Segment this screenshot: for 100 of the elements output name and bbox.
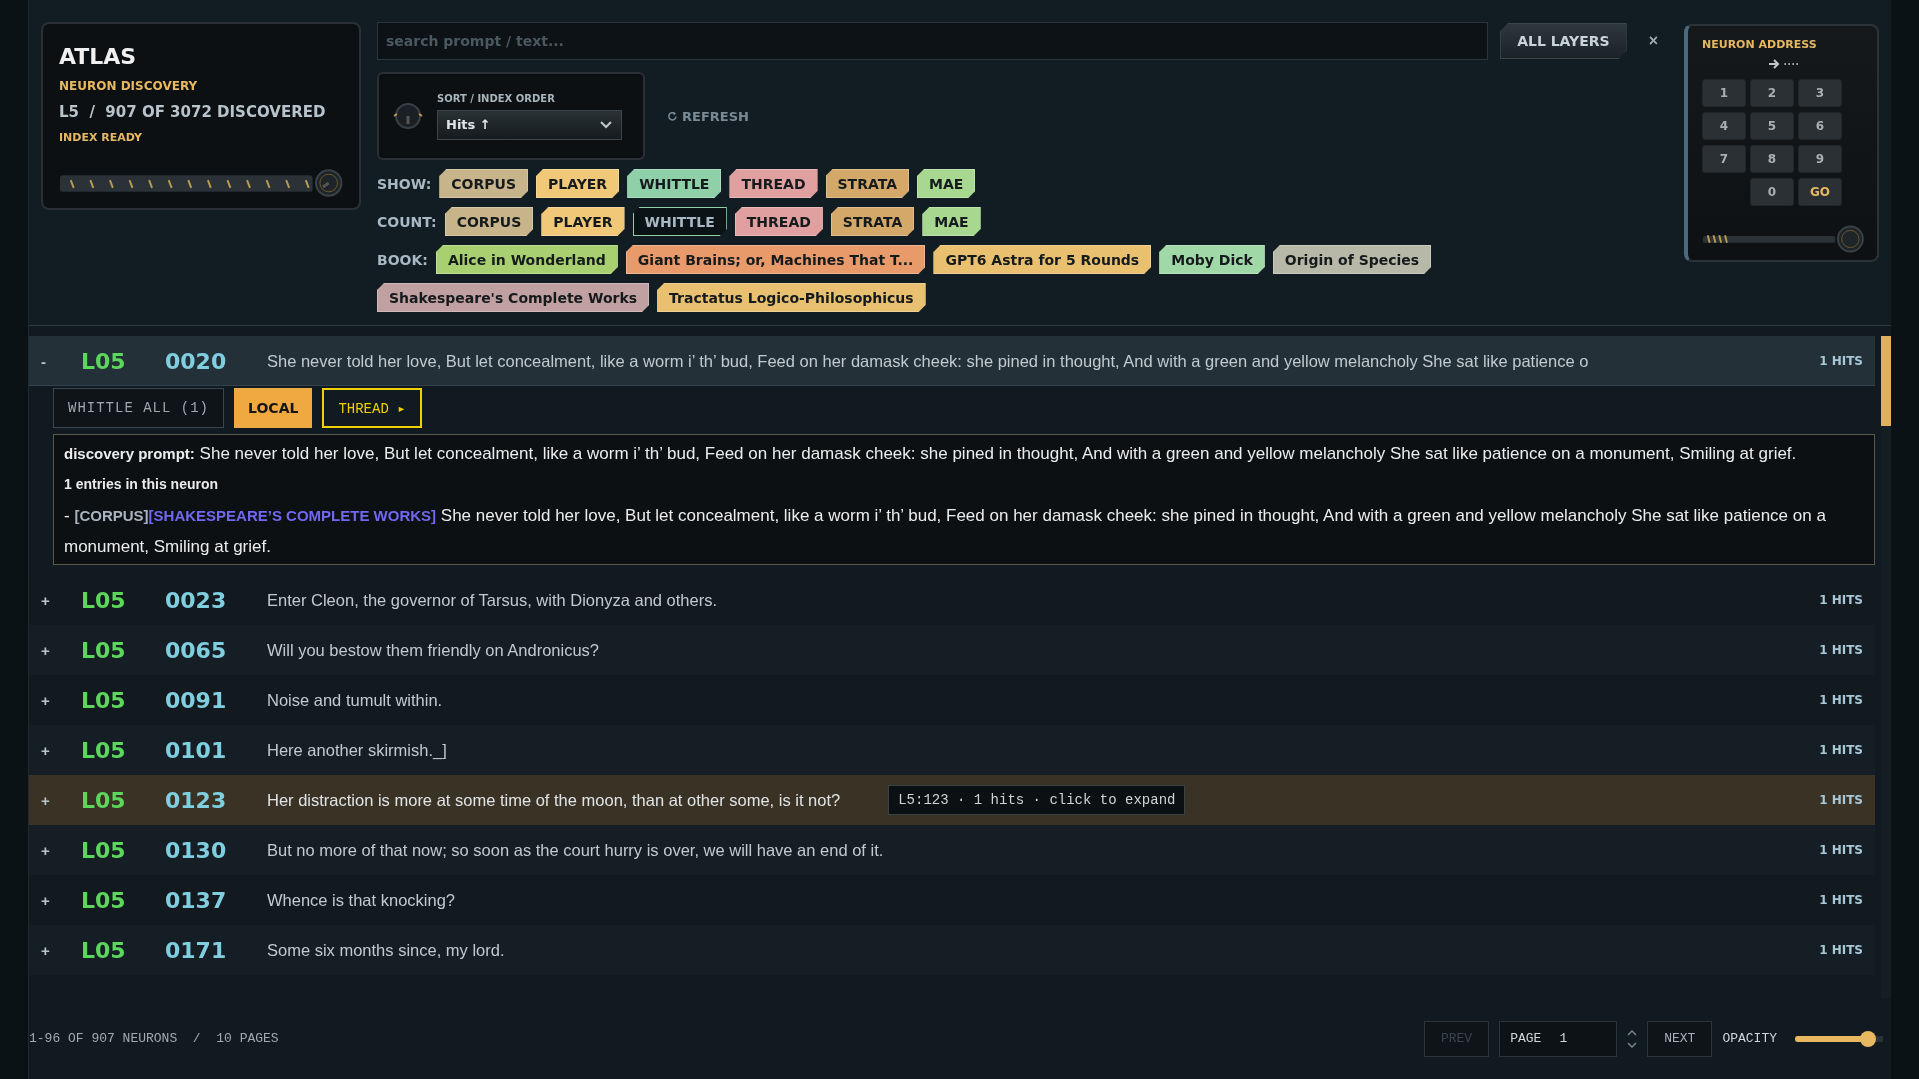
entry-count: 1 entries in this neuron	[64, 475, 220, 494]
filter-chip[interactable]: Giant Brains; or, Machines That T...	[625, 245, 926, 274]
neuron-row[interactable]: + L05 0123 Her distraction is more at some time of the moon, than at other some, is it not? L5:123 · 1 hits · click to expand 1 HITS	[29, 775, 1875, 825]
filter-chip[interactable]: CORPUS	[439, 169, 528, 198]
filter-label: SHOW:	[377, 175, 432, 192]
keypad-key[interactable]: 9	[1798, 145, 1842, 173]
neuron-text: Some six months since, my lord.	[267, 940, 505, 960]
layer-label: L05	[81, 837, 127, 863]
layer-label: L05	[81, 737, 127, 763]
filter-chip[interactable]: CORPUS	[444, 207, 534, 236]
neuron-index: 0091	[165, 687, 228, 713]
action-button[interactable]: LOCAL	[234, 388, 313, 428]
keypad-key[interactable]: 3	[1798, 79, 1842, 107]
keypad-key[interactable]: 6	[1798, 112, 1842, 140]
keypad-key[interactable]: 7	[1702, 145, 1746, 173]
neuron-index: 0065	[165, 637, 228, 663]
keypad-key[interactable]: 4	[1702, 112, 1746, 140]
layer-label: L05	[81, 787, 127, 813]
knob-icon	[313, 168, 343, 198]
keypad-key[interactable]: 5	[1750, 112, 1794, 140]
neuron-index: 0023	[165, 587, 228, 613]
filter-chip[interactable]: PLAYER	[536, 169, 620, 198]
expand-toggle[interactable]: -	[41, 352, 81, 370]
keypad-key[interactable]: 2	[1750, 79, 1794, 107]
neuron-text: Her distraction is more at some time of the moon, than at other some, is it not?	[267, 790, 841, 810]
next-button[interactable]: NEXT	[1647, 1020, 1713, 1057]
expand-toggle[interactable]: +	[41, 591, 81, 609]
neuron-text: She never told her love, But let concealment, like a worm i’ th’ bud, Feed on her damask cheek: she pined in thought, And with a green and yellow melancholy She sat like patience o	[267, 351, 1589, 371]
layer-label: L05	[81, 587, 127, 613]
refresh-button[interactable]: REFRESH	[667, 108, 749, 124]
filter-chip[interactable]: Alice in Wonderland	[435, 245, 618, 274]
expand-toggle[interactable]: +	[41, 941, 81, 959]
chevron-down-icon	[599, 119, 613, 130]
hits-count: 1 HITS	[1819, 593, 1863, 607]
keypad-key[interactable]: 8	[1750, 145, 1794, 173]
keypad-key[interactable]: 1	[1702, 79, 1746, 107]
expand-toggle[interactable]: +	[41, 841, 81, 859]
hits-count: 1 HITS	[1819, 793, 1863, 807]
neuron-row[interactable]: + L05 0101 Here another skirmish._] 1 HITS	[29, 725, 1875, 775]
expand-toggle[interactable]: +	[41, 641, 81, 659]
filter-chip[interactable]: Moby Dick	[1159, 245, 1265, 274]
filter-chip[interactable]: WHITTLE	[627, 169, 722, 198]
hits-count: 1 HITS	[1819, 743, 1863, 757]
filter-label: COUNT:	[377, 213, 437, 230]
knob-icon	[1836, 224, 1865, 254]
filter-label: BOOK:	[377, 251, 428, 268]
filter-chip[interactable]: Shakespeare's Complete Works	[377, 283, 650, 312]
page-summary: 1-96 OF 907 NEURONS / 10 PAGES	[29, 1031, 279, 1046]
filter-chip[interactable]: Origin of Species	[1272, 245, 1432, 274]
neuron-index: 0020	[165, 348, 228, 374]
filter-chip[interactable]: THREAD	[734, 207, 823, 236]
close-button[interactable]: ×	[1638, 32, 1668, 50]
discovery-prompt: discovery prompt: She never told her love, But let concealment, like a worm i’ th’ bud, Feed on her damask cheek: she pined in thought, And with a green and yellow melancholy She sat like patience on a monument, Smiling at grief.	[64, 443, 1798, 465]
scrollbar[interactable]	[1881, 336, 1891, 998]
neuron-text: Whence is that knocking?	[267, 890, 456, 910]
expand-toggle[interactable]: +	[41, 791, 81, 809]
search-field[interactable]: search prompt / text...	[377, 22, 1489, 60]
neuron-row[interactable]: - L05 0020 She never told her love, But let concealment, like a worm i’ th’ bud, Feed on her damask cheek: she pined in thought, And with a green and yellow melancholy She sat like patience o 1 HITS	[29, 336, 1875, 386]
arrow-right-icon	[1767, 59, 1780, 69]
neuron-index: 0171	[165, 937, 228, 963]
filter-chip[interactable]: STRATA	[825, 169, 909, 198]
app-subtitle: NEURON DISCOVERY	[59, 79, 199, 93]
keypad-title: NEURON ADDRESS	[1702, 38, 1818, 51]
layer-label: L05	[81, 937, 127, 963]
neuron-index: 0123	[165, 787, 228, 813]
neuron-row[interactable]: + L05 0065 Will you bestow them friendly on Andronicus? 1 HITS	[29, 625, 1875, 675]
keypad-key[interactable]: 0	[1750, 178, 1794, 206]
filter-chip[interactable]: WHITTLE	[632, 207, 727, 236]
layer-label: L05	[81, 687, 127, 713]
neuron-text: Here another skirmish._]	[267, 740, 447, 760]
hits-count: 1 HITS	[1819, 354, 1863, 368]
neuron-row[interactable]: + L05 0130 But no more of that now; so soon as the court hurry is over, we will have an end of it. 1 HITS	[29, 825, 1875, 875]
action-button[interactable]: WHITTLE ALL (1)	[53, 388, 225, 428]
hits-count: 1 HITS	[1819, 693, 1863, 707]
layer-label: L05	[81, 887, 127, 913]
page-field[interactable]: PAGE 1	[1499, 1020, 1618, 1057]
hits-count: 1 HITS	[1819, 943, 1863, 957]
filter-chip[interactable]: PLAYER	[541, 207, 625, 236]
filter-chip[interactable]: STRATA	[830, 207, 915, 236]
sort-dropdown[interactable]: Hits ↑	[437, 109, 622, 140]
entry-text: - [CORPUS][SHAKESPEARE’S COMPLETE WORKS] She never told her love, But let concealment, like a worm i’ th’ bud, Feed on her damask cheek: she pined in thought, And with a green and yellow melancholy She sat like patience on a monument, Smiling at grief.	[64, 505, 1827, 558]
address-display: ····	[1783, 57, 1800, 71]
discovery-status: L5 / 907 OF 3072 DISCOVERED	[59, 103, 327, 121]
go-button[interactable]: GO	[1798, 178, 1842, 206]
filter-chip[interactable]: GPT6 Astra for 5 Rounds	[933, 245, 1152, 274]
hits-count: 1 HITS	[1819, 843, 1863, 857]
refresh-icon	[667, 110, 678, 122]
filter-chip[interactable]: MAE	[922, 207, 981, 236]
neuron-text: Enter Cleon, the governor of Tarsus, with Dionyza and others.	[267, 590, 718, 610]
app-title: ATLAS	[59, 44, 138, 69]
expand-toggle[interactable]: +	[41, 891, 81, 909]
expand-toggle[interactable]: +	[41, 741, 81, 759]
filter-chip[interactable]: Tractatus Logico-Philosophicus	[657, 283, 926, 312]
action-button[interactable]: THREAD ▸	[322, 388, 422, 428]
neuron-row[interactable]: + L05 0171 Some six months since, my lord. 1 HITS	[29, 925, 1875, 975]
all-layers-button[interactable]: ALL LAYERS	[1500, 23, 1627, 59]
filter-chip[interactable]: MAE	[917, 169, 976, 198]
filter-chip[interactable]: THREAD	[729, 169, 818, 198]
sort-label: SORT / INDEX ORDER	[437, 92, 556, 104]
expand-toggle[interactable]: +	[41, 691, 81, 709]
